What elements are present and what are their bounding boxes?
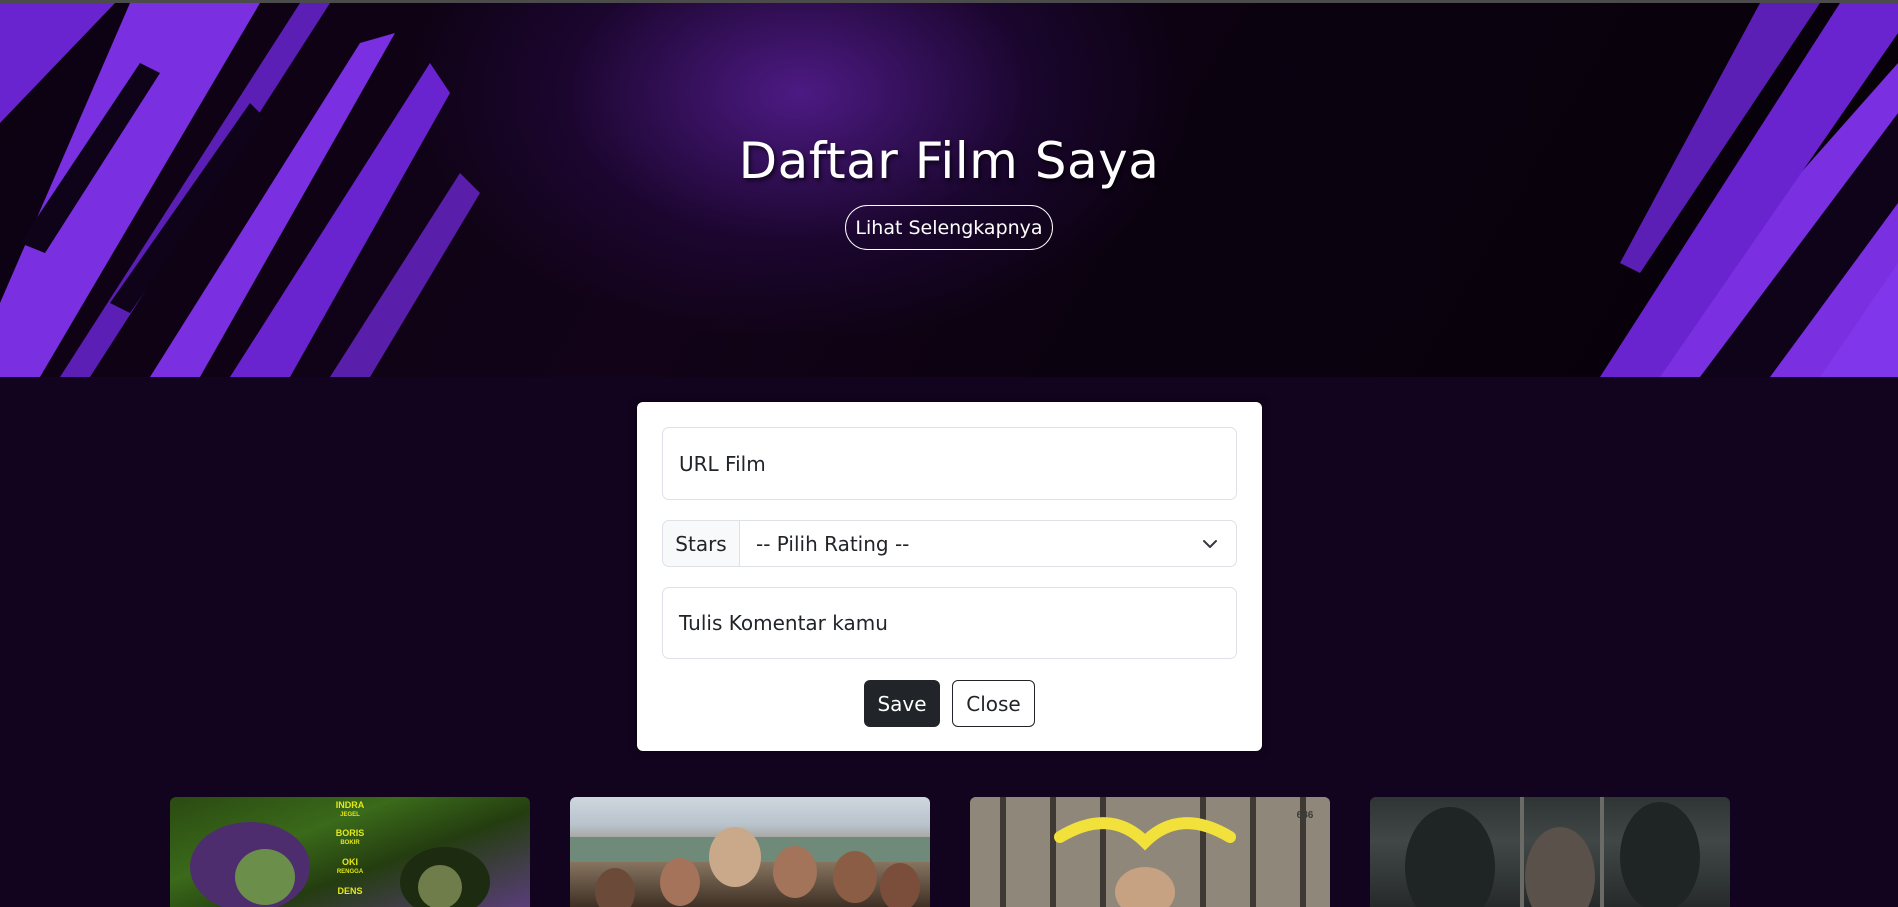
poster-credit: JEGEL [340, 812, 360, 818]
comment-input[interactable]: Tulis Komentar kamu [662, 587, 1237, 659]
film-card-poster[interactable] [1370, 797, 1730, 907]
chevron-down-icon [1203, 540, 1217, 548]
hero-banner: Daftar Film Saya Lihat Selengkapnya [0, 3, 1898, 377]
hero-background-art [0, 3, 1898, 377]
poster-credit: INDRA [335, 800, 365, 810]
see-more-button[interactable]: Lihat Selengkapnya [845, 205, 1053, 250]
poster-artwork [1405, 797, 1700, 907]
poster-artwork [970, 797, 1330, 907]
poster-number: 686 [1296, 810, 1314, 821]
rating-select-value: -- Pilih Rating -- [756, 531, 910, 556]
add-film-form: URL Film Stars -- Pilih Rating -- Tulis … [637, 402, 1262, 751]
poster-credit: RENGGA [336, 869, 364, 875]
poster-credit: OKI [341, 857, 358, 867]
film-card-poster[interactable]: 686 [970, 797, 1330, 907]
poster-credit: BORIS [335, 828, 365, 838]
save-button[interactable]: Save [864, 680, 940, 727]
rating-select[interactable]: -- Pilih Rating -- [739, 520, 1237, 567]
page-title: Daftar Film Saya [738, 132, 1160, 190]
close-button[interactable]: Close [952, 680, 1035, 727]
film-card-poster[interactable] [570, 797, 930, 907]
rating-input-group: Stars -- Pilih Rating -- [662, 520, 1237, 567]
film-card-poster[interactable]: INDRA JEGEL BORIS BOKIR OKI RENGGA DENS [170, 797, 530, 907]
film-url-input[interactable]: URL Film [662, 427, 1237, 500]
stars-addon-label: Stars [662, 520, 739, 567]
poster-artwork [570, 827, 930, 907]
poster-credit: BOKIR [340, 840, 360, 846]
